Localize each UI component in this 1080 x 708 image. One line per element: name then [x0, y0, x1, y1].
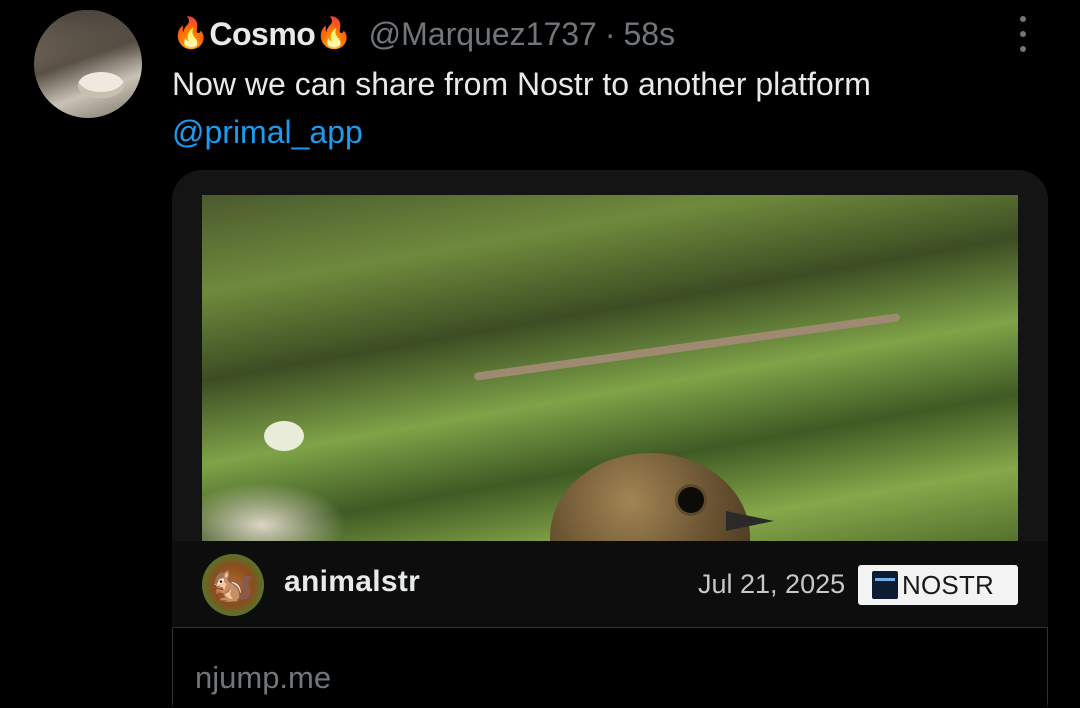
avatar[interactable]: [34, 10, 142, 118]
card-footer[interactable]: njump.me: [172, 628, 1048, 708]
card-image[interactable]: [202, 195, 1018, 541]
card-author[interactable]: animalstr: [284, 565, 420, 599]
avatar-background: [34, 10, 142, 60]
image-flower: [264, 421, 304, 451]
avatar-coffee-cup: [78, 72, 124, 98]
nostr-badge: NOSTR: [858, 565, 1018, 605]
card-domain: njump.me: [195, 660, 332, 695]
tweet-text: Now we can share from Nostr to another p…: [172, 60, 1032, 156]
author-avatar[interactable]: 🐿️: [202, 554, 264, 616]
tweet-body: Now we can share from Nostr to another p…: [172, 66, 871, 102]
mention-link[interactable]: @primal_app: [172, 108, 1032, 156]
timestamp[interactable]: 58s: [624, 16, 676, 53]
bird-beak: [726, 511, 774, 531]
image-twig: [473, 313, 901, 381]
user-handle[interactable]: @Marquez1737: [369, 16, 597, 53]
tweet-header: 🔥 Cosmo 🔥 @Marquez1737 · 58s: [172, 12, 675, 56]
bird-eye: [678, 487, 704, 513]
image-bird: [550, 453, 774, 541]
nostr-badge-icon: [872, 571, 898, 599]
tweet[interactable]: 🔥 Cosmo 🔥 @Marquez1737 · 58s Now we can …: [0, 0, 1080, 708]
fire-emoji-icon: 🔥: [172, 17, 210, 50]
card-meta: 🐿️ animalstr Jul 21, 2025 NOSTR: [172, 541, 1048, 627]
display-name[interactable]: Cosmo: [209, 16, 315, 53]
link-preview-card[interactable]: 🐿️ animalstr Jul 21, 2025 NOSTR njump.me: [172, 170, 1048, 708]
separator: ·: [604, 15, 616, 52]
dot: [1020, 31, 1026, 37]
post-date: Jul 21, 2025: [698, 569, 846, 599]
fire-emoji-icon: 🔥: [315, 17, 353, 50]
dot: [1020, 46, 1026, 52]
dot: [1020, 16, 1026, 22]
more-options-icon[interactable]: [1016, 16, 1030, 52]
badge-label: NOSTR: [902, 569, 994, 600]
